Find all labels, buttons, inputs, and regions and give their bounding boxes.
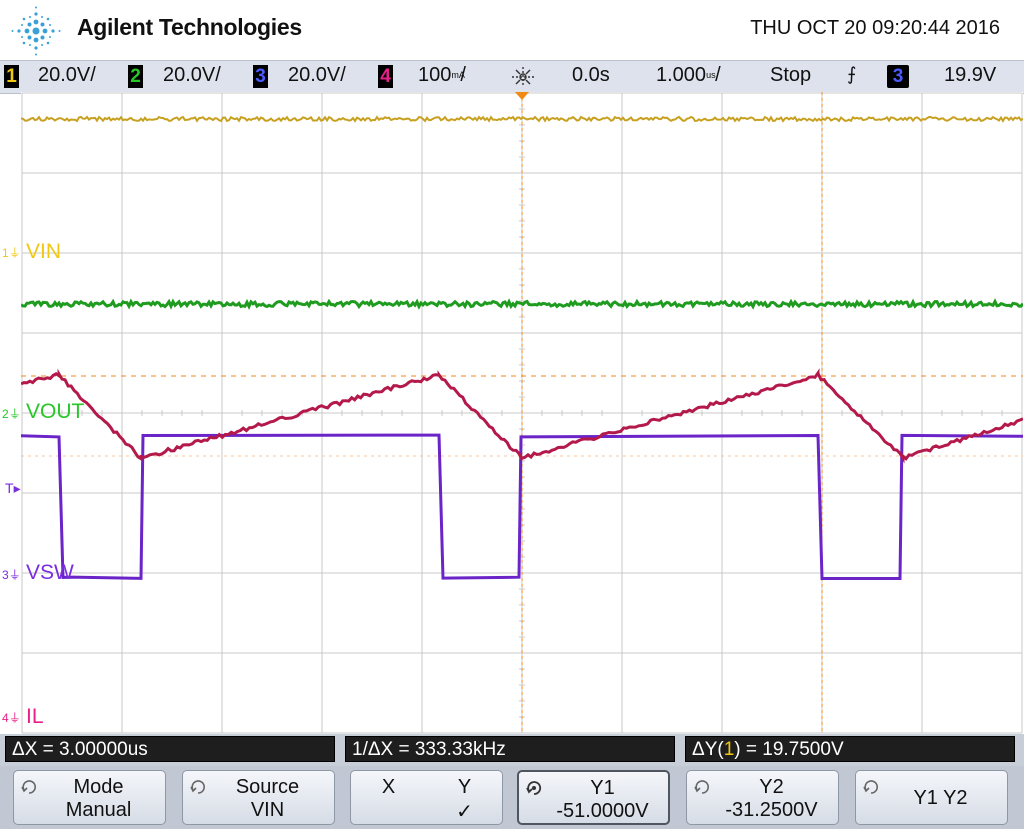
- delta-x-readout: ΔX = 3.00000us: [5, 736, 335, 762]
- ch3-scale: 20.0V/: [288, 64, 346, 87]
- trigger-level-marker: T▸: [5, 480, 21, 497]
- trigger-source[interactable]: 3: [887, 65, 909, 88]
- brand-name: Agilent Technologies: [77, 14, 302, 41]
- trigger-slope-icon: ⨍: [847, 64, 856, 85]
- ground-icon: ⏚: [9, 246, 21, 260]
- inverse-delta-x-readout: 1/ΔX = 333.33kHz: [345, 736, 675, 762]
- y1y2-softkey-label: Y1 Y2: [874, 787, 1007, 810]
- ch2-scale: 20.0V/: [163, 64, 221, 87]
- ground-icon: ⏚: [9, 407, 21, 421]
- y2-softkey-value: -31.2500V: [705, 799, 838, 822]
- xy-softkey[interactable]: X Y ✓: [350, 770, 503, 825]
- ch1-marker-num: 1: [2, 246, 9, 260]
- ch4-indicator[interactable]: 4: [378, 65, 393, 88]
- y1-softkey[interactable]: Y1 -51.0000V: [517, 770, 670, 825]
- agilent-spark-logo: [10, 5, 62, 57]
- ch2-label: VOUT: [26, 400, 84, 424]
- y2-softkey-label: Y2: [705, 776, 838, 799]
- ch1-label: VIN: [26, 240, 61, 264]
- status-bar: 1 20.0V/ 2 20.0V/ 3 20.0V/ 4 100mA/ 0.0s…: [0, 60, 1024, 94]
- delta-y-source: 1: [724, 739, 735, 760]
- y1-softkey-label: Y1: [537, 777, 668, 800]
- y-selected-checkmark: ✓: [427, 799, 502, 824]
- ch2-indicator[interactable]: 2: [128, 65, 143, 88]
- ch3-indicator[interactable]: 3: [253, 65, 268, 88]
- source-softkey-value: VIN: [201, 799, 334, 822]
- ch2-ground-marker: 2⏚: [2, 405, 21, 422]
- delta-y-value: ) = 19.7500V: [734, 739, 843, 760]
- trigger-level[interactable]: 19.9V: [944, 64, 996, 87]
- y-cursor-label: Y: [427, 776, 502, 799]
- ch1-scale: 20.0V/: [38, 64, 96, 87]
- ch1-ground-marker: 1⏚: [2, 244, 21, 261]
- ch4-ground-marker: 4⏚: [2, 709, 21, 726]
- mode-softkey-label: Mode: [32, 776, 165, 799]
- trigger-delay-icon: [511, 66, 535, 88]
- ch4-label: IL: [26, 705, 44, 729]
- y1-softkey-value: -51.0000V: [537, 800, 668, 823]
- ground-icon: ⏚: [9, 711, 21, 725]
- ground-icon: ⏚: [9, 568, 21, 582]
- y1y2-softkey[interactable]: Y1 Y2: [855, 770, 1008, 825]
- trigger-delay[interactable]: 0.0s: [572, 64, 610, 87]
- timebase-per: /: [715, 64, 721, 86]
- mode-softkey-value: Manual: [32, 799, 165, 822]
- cursor-measurement-bar: ΔX = 3.00000us 1/ΔX = 333.33kHz ΔY(1) = …: [0, 734, 1024, 766]
- timebase-unit: us: [706, 71, 715, 80]
- ch3-label: VSW: [26, 561, 74, 585]
- softkey-bar: Mode Manual Source VIN X Y ✓ Y1 -51.0000…: [0, 766, 1024, 829]
- delta-y-prefix: ΔY(: [692, 739, 724, 760]
- timebase-scale[interactable]: 1.000us/: [656, 64, 721, 87]
- waveform-canvas: [21, 92, 1023, 734]
- waveform-display[interactable]: [21, 92, 1023, 734]
- timebase-value: 1.000: [656, 64, 706, 86]
- trigger-position-marker: [515, 92, 529, 100]
- ch4-marker-num: 4: [2, 711, 9, 725]
- run-state[interactable]: Stop: [770, 64, 811, 87]
- ch1-indicator[interactable]: 1: [4, 65, 19, 88]
- delta-y-readout: ΔY(1) = 19.7500V: [685, 736, 1015, 762]
- trigger-marker-letter: T: [5, 480, 14, 496]
- y2-softkey[interactable]: Y2 -31.2500V: [686, 770, 839, 825]
- ch4-scale-per: /: [460, 64, 466, 86]
- header-bar: Agilent Technologies THU OCT 20 09:20:44…: [0, 0, 1024, 60]
- ch3-marker-num: 3: [2, 568, 9, 582]
- date-time: THU OCT 20 09:20:44 2016: [750, 17, 1000, 40]
- ch4-scale: 100mA/: [418, 64, 466, 87]
- ch3-ground-marker: 3⏚: [2, 566, 21, 583]
- ch4-scale-value: 100: [418, 64, 451, 86]
- mode-softkey[interactable]: Mode Manual: [13, 770, 166, 825]
- ch2-marker-num: 2: [2, 407, 9, 421]
